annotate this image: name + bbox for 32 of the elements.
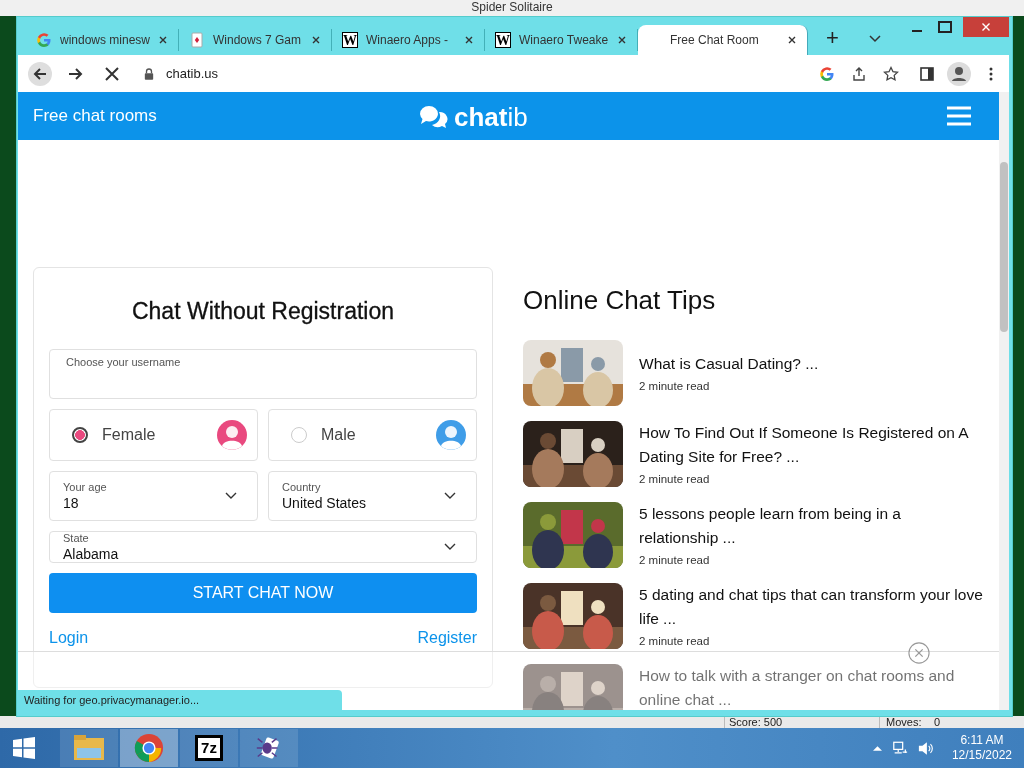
sevenzip-icon: 7z xyxy=(195,735,223,761)
article-title[interactable]: 5 lessons people learn from being in a relationship ... xyxy=(639,502,983,550)
browser-tab[interactable]: Windows 7 Gam xyxy=(179,29,332,51)
read-time: 2 minute read xyxy=(639,554,711,566)
article-title[interactable]: 5 dating and chat tips that can transform your love life ... xyxy=(639,583,983,631)
article-title[interactable]: How To Find Out If Someone Is Registered on A Dating Site for Free? ... xyxy=(639,421,983,469)
read-time: 2 minute read xyxy=(639,473,711,485)
read-time: 2 minute read xyxy=(639,380,711,392)
browser-tab[interactable]: Free Chat Room xyxy=(638,25,808,55)
winaero-icon: W xyxy=(495,32,511,48)
moves-value: 0 xyxy=(934,716,942,728)
section-heading: Online Chat Tips xyxy=(523,285,717,316)
select-field[interactable]: State Alabama xyxy=(49,531,477,563)
browser-tab[interactable]: windows minesw xyxy=(26,29,179,51)
new-tab-button[interactable]: + xyxy=(826,27,839,49)
form-title: Chat Without Registration xyxy=(130,298,396,325)
browser-tab[interactable]: W Winaero Tweake xyxy=(485,29,638,51)
browser-tab[interactable]: W Winaero Apps - xyxy=(332,29,485,51)
username-field[interactable]: Choose your username xyxy=(49,349,477,399)
clock-date[interactable]: 12/15/2022 xyxy=(951,748,1012,763)
taskbar-button[interactable]: 7z xyxy=(180,729,238,767)
read-time: 2 minute read xyxy=(639,635,711,647)
winaero-icon: W xyxy=(342,32,358,48)
select-field[interactable]: Your age 18 xyxy=(49,471,258,521)
gender-option[interactable]: Male xyxy=(268,409,477,461)
select-field[interactable]: Country United States xyxy=(268,471,477,521)
gender-option[interactable]: Female xyxy=(49,409,258,461)
article-title[interactable]: What is Casual Dating? ... xyxy=(639,352,819,376)
status-bubble: Waiting for geo.privacymanager.io... xyxy=(18,690,342,710)
article-title[interactable]: How to talk with a stranger on chat rooms and online chat ... xyxy=(639,664,983,710)
window-title: Spider Solitaire xyxy=(470,0,554,16)
clock-time[interactable]: 6:11 AM xyxy=(960,733,1004,748)
